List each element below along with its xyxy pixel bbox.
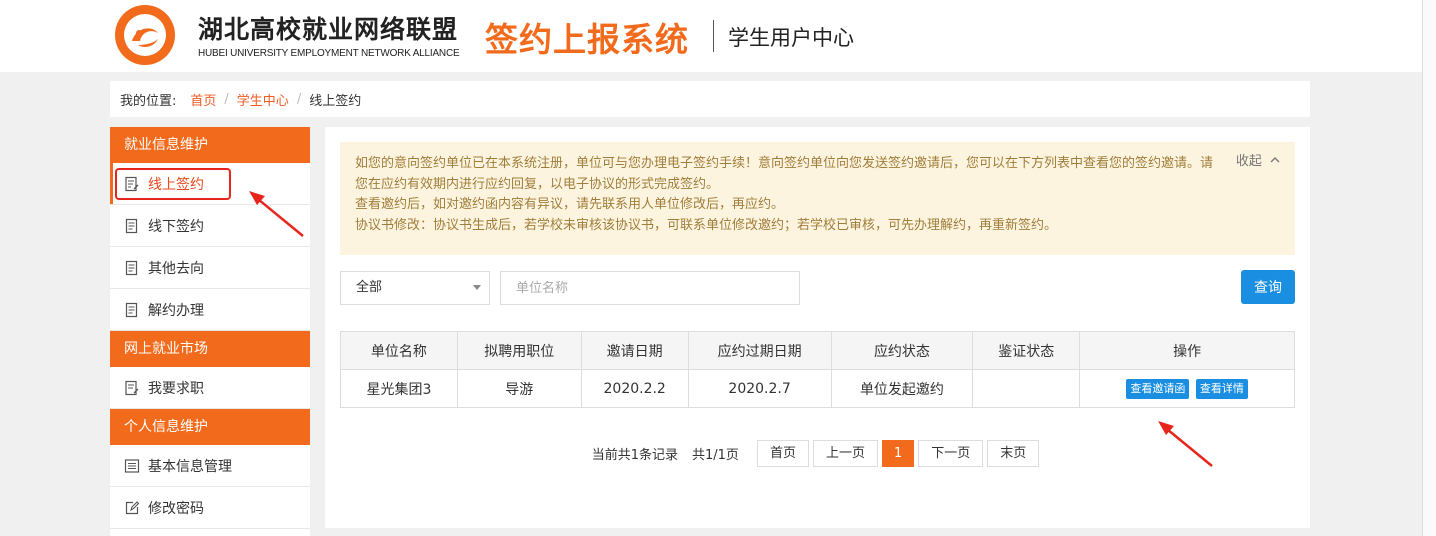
portal-subtitle: 学生用户中心 [728,26,854,50]
status-filter-value: 全部 [356,280,383,295]
last-page-button[interactable]: 末页 [987,440,1040,467]
cell-status: 单位发起邀约 [830,369,974,408]
brand-name-en: HUBEI UNIVERSITY EMPLOYMENT NETWORK ALLI… [198,48,460,59]
notice-line: 如您的意向签约单位已在本系统注册，单位可与您办理电子签约手续！意向签约单位向您发… [355,156,1214,192]
cell-actions: 查看邀请函 查看详情 [1079,369,1295,408]
invitation-table: 单位名称 拟聘用职位 邀请日期 应约过期日期 应约状态 鉴证状态 操作 星光集团… [340,331,1295,408]
sidebar-item-label: 修改密码 [148,500,204,517]
sidebar-item-label: 其他去向 [148,260,204,277]
brand-name-cn: 湖北高校就业网络联盟 [198,15,459,44]
breadcrumb-label: 我的位置: [120,93,177,109]
list-icon [124,458,140,473]
notice-box: 如您的意向签约单位已在本系统注册，单位可与您办理电子签约手续！意向签约单位向您发… [340,142,1295,255]
column-header: 操作 [1079,331,1295,370]
sidebar-item-job-search[interactable]: 我要求职 [110,367,310,409]
view-invitation-button[interactable]: 查看邀请函 [1126,378,1190,399]
breadcrumb-home[interactable]: 首页 [190,90,216,109]
sidebar-item-change-password[interactable]: 修改密码 [110,487,310,529]
table-header-row: 单位名称 拟聘用职位 邀请日期 应约过期日期 应约状态 鉴证状态 操作 [340,331,1295,370]
collapse-toggle[interactable]: 收起 [1236,152,1281,173]
notice-line: 协议书修改：协议书生成后，若学校未审核该协议书，可联系单位修改邀约；若学校已审核… [355,217,1058,233]
title-divider [713,20,714,52]
pagination: 当前共1条记录 共1/1页 首页 上一页 1 下一页 末页 [325,440,1310,467]
sidebar-item-label: 线下签约 [148,218,204,235]
page-count: 共1/1页 [692,448,739,463]
sidebar-item-basic-info[interactable]: 基本信息管理 [110,445,310,487]
sidebar-section-job-market: 网上就业市场 [110,331,310,367]
edit-document-icon [125,380,139,395]
sidebar-section-personal-info: 个人信息维护 [110,409,310,445]
sidebar-section-employment-info: 就业信息维护 [110,127,310,163]
cell-expire-date: 2020.2.7 [687,369,832,408]
document-icon [125,260,138,275]
breadcrumb-current: 线上签约 [309,93,362,109]
sidebar-item-offline-signing[interactable]: 线下签约 [110,205,310,247]
document-icon [125,218,138,233]
collapse-label: 收起 [1235,154,1262,169]
next-page-button[interactable]: 下一页 [918,440,984,467]
caret-down-icon [473,285,481,290]
first-page-button[interactable]: 首页 [756,440,809,467]
prev-page-button[interactable]: 上一页 [812,440,878,467]
cell-verify-status [972,369,1081,408]
column-header: 拟聘用职位 [456,331,582,370]
breadcrumb: 我的位置: 首页 / 学生中心 / 线上签约 [110,81,1310,117]
sidebar-item-label: 我要求职 [148,380,204,397]
main-panel: 如您的意向签约单位已在本系统注册，单位可与您办理电子签约手续！意向签约单位向您发… [325,127,1310,528]
breadcrumb-separator: / [224,91,229,107]
scrollbar[interactable] [1422,0,1436,536]
document-icon [125,302,138,317]
record-count: 当前共1条记录 [591,448,678,463]
query-button[interactable]: 查询 [1241,270,1295,304]
column-header: 应约过期日期 [687,331,832,370]
cell-company: 星光集团3 [340,369,458,408]
company-name-input[interactable] [500,271,800,305]
sidebar-item-online-signing[interactable]: 线上签约 [110,163,310,205]
alliance-logo[interactable] [108,3,182,67]
system-title: 签约上报系统 [485,20,689,59]
column-header: 单位名称 [340,331,458,370]
brand: 湖北高校就业网络联盟 HUBEI UNIVERSITY EMPLOYMENT N… [198,10,460,59]
table-row: 星光集团3 导游 2020.2.2 2020.2.7 单位发起邀约 查看邀请函 … [340,369,1295,408]
notice-line: 查看邀约后，如对邀约函内容有异议，请先联系用人单位修改后，再应约。 [355,197,785,212]
sidebar-item-label: 基本信息管理 [148,458,232,475]
breadcrumb-student-center[interactable]: 学生中心 [237,90,289,109]
cell-invite-date: 2020.2.2 [580,369,689,408]
status-filter-select[interactable]: 全部 [340,271,490,305]
sidebar-item-other-destination[interactable]: 其他去向 [110,247,310,289]
sidebar-item-termination[interactable]: 解约办理 [110,289,310,331]
column-header: 应约状态 [830,331,974,370]
chevron-up-icon [1270,157,1280,163]
edit-icon [125,500,140,514]
current-page-button[interactable]: 1 [881,440,915,467]
highlight-box [115,168,231,200]
cell-position: 导游 [456,369,582,408]
breadcrumb-separator: / [296,91,302,107]
sidebar-item-label: 解约办理 [148,302,204,319]
sidebar: 就业信息维护 线上签约 线下签约 其他去向 解约办理 网上就业市场 我要求职 个… [110,127,310,536]
header: 湖北高校就业网络联盟 HUBEI UNIVERSITY EMPLOYMENT N… [0,0,1422,72]
column-header: 鉴证状态 [972,331,1081,370]
view-details-button[interactable]: 查看详情 [1195,378,1248,399]
column-header: 邀请日期 [580,331,689,370]
